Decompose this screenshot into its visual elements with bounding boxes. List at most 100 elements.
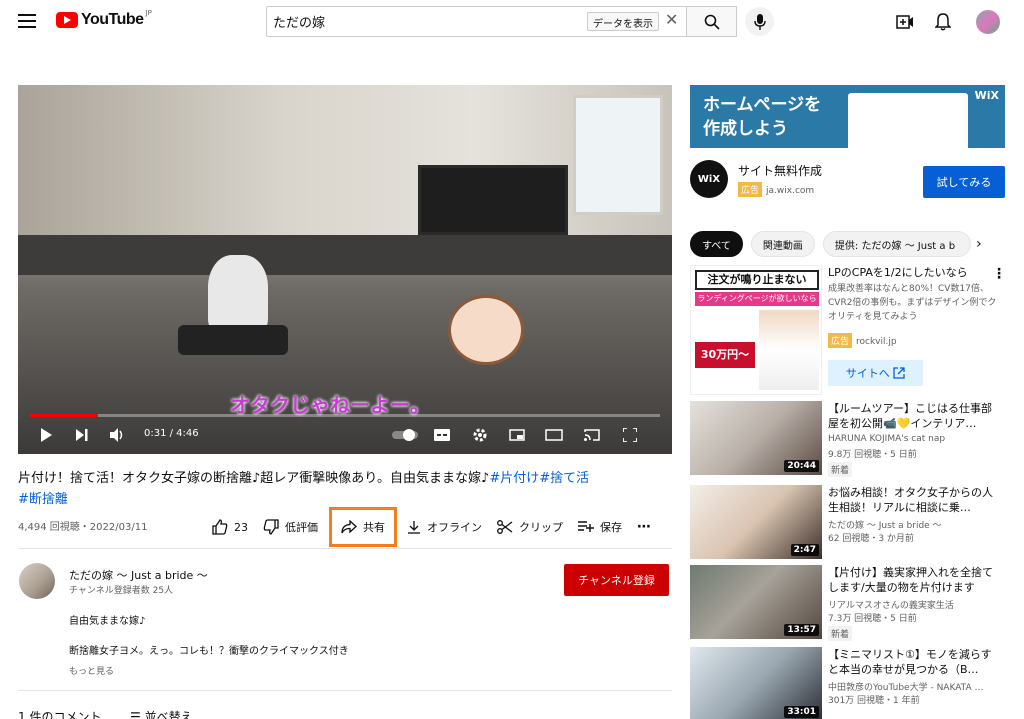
sort-label: 並べ替え xyxy=(144,710,193,719)
search-input[interactable] xyxy=(267,7,567,36)
subscribe-button[interactable]: チャンネル登録 xyxy=(564,564,669,596)
recommended-video[interactable]: 20:44 【ルームツアー】こじはる仕事部屋を初公開📹💛インテリア… HARUN… xyxy=(690,401,1010,481)
voice-search-button[interactable] xyxy=(745,7,774,36)
view-count-date: 4,494 回視聴・2022/03/11 xyxy=(18,522,148,533)
channel-name[interactable]: ただの嫁 〜 Just a bride 〜 xyxy=(69,567,208,583)
cast-icon[interactable] xyxy=(582,425,602,445)
clip-button[interactable]: クリップ xyxy=(497,512,563,542)
video-meta: 301万 回視聴・1 年前 xyxy=(828,696,920,706)
play-icon[interactable] xyxy=(36,425,56,445)
ad-banner-mockup-image xyxy=(848,93,968,148)
progress-fill xyxy=(30,414,99,417)
video-duration: 33:01 xyxy=(784,706,819,718)
channel-name[interactable]: 中田敦彦のYouTube大学 - NAKATA … xyxy=(828,680,998,693)
video-frame-window xyxy=(573,95,663,215)
video-duration: 20:44 xyxy=(784,460,819,472)
microphone-icon xyxy=(753,13,766,30)
search-button[interactable] xyxy=(687,6,737,37)
ad-badge: 広告 xyxy=(828,333,853,348)
video-title[interactable]: 【片付け】義実家押入れを全捨てします/大量の物を片付けます xyxy=(828,565,996,595)
ad-title[interactable]: サイト無料作成 xyxy=(738,162,822,179)
clip-label: クリップ xyxy=(519,521,563,534)
show-more-link[interactable]: もっと見る xyxy=(69,664,114,677)
masthead: YouTube JP データを表示 ✕ xyxy=(0,0,1024,44)
ad-banner-line: 作成しよう xyxy=(703,119,788,139)
chip-from-channel[interactable]: 提供: ただの嫁 〜 Just a b xyxy=(822,231,971,257)
external-link-icon xyxy=(893,367,905,379)
video-duration: 13:57 xyxy=(784,624,819,636)
progress-bar[interactable] xyxy=(30,414,660,417)
ad-banner[interactable]: ホームページを 作成しよう WiX xyxy=(690,85,1005,148)
video-thumbnail[interactable]: 20:44 xyxy=(690,401,822,475)
like-button[interactable]: 23 xyxy=(212,512,248,542)
video-thumbnail[interactable]: 2:47 xyxy=(690,485,822,559)
ad-badge: 広告 xyxy=(738,182,763,197)
ad-domain-text: ja.wix.com xyxy=(766,186,815,196)
more-actions-icon[interactable]: ⋯ xyxy=(637,512,651,542)
video-title[interactable]: 【ミニマリスト①】モノを減らすと本当の幸せが見つかる（B… xyxy=(828,647,996,677)
offline-label: オフライン xyxy=(427,521,482,534)
video-meta: 9.8万 回視聴・5 日前 xyxy=(828,450,917,460)
search-icon xyxy=(704,14,720,30)
chip-all[interactable]: すべて xyxy=(690,231,743,257)
video-title-text: 片付け！捨て活！オタク女子嫁の断捨離♪超レア衝撃映像あり。自由気ままな嫁♪ xyxy=(18,471,490,486)
video-frame-desk xyxy=(18,235,672,275)
ad-domain: 広告 ja.wix.com xyxy=(738,182,814,197)
dislike-button[interactable]: 低評価 xyxy=(263,512,318,542)
sort-icon: ☰ xyxy=(130,710,141,719)
channel-avatar[interactable] xyxy=(19,563,55,599)
video-title[interactable]: お悩み相談！オタク女子からの人生相談！リアルに相談に乗… xyxy=(828,485,996,515)
description-line: 断捨離女子ヨメ。えっ。コレも！？衝撃のクライマックス付き xyxy=(69,646,349,657)
hamburger-menu-icon[interactable] xyxy=(18,14,36,28)
clear-icon[interactable]: ✕ xyxy=(665,10,678,29)
chip-related[interactable]: 関連動画 xyxy=(750,231,815,257)
subtitles-icon[interactable] xyxy=(432,425,452,445)
autoplay-toggle[interactable] xyxy=(392,425,418,445)
theater-mode-icon[interactable] xyxy=(544,425,564,445)
create-video-icon[interactable] xyxy=(896,13,914,31)
ad-site-label: サイトへ xyxy=(845,367,890,380)
sort-button[interactable]: ☰ 並べ替え xyxy=(130,708,193,719)
hashtag-link[interactable]: #片付け xyxy=(489,471,539,486)
like-count: 23 xyxy=(234,520,248,534)
save-label: 保存 xyxy=(600,521,622,534)
scissors-icon xyxy=(497,520,513,534)
hashtag-link[interactable]: #断捨離 xyxy=(18,492,68,507)
new-badge: 新着 xyxy=(828,462,853,477)
settings-gear-icon[interactable] xyxy=(470,425,490,445)
next-icon[interactable] xyxy=(72,425,92,445)
video-thumbnail[interactable]: 33:01 xyxy=(690,647,822,719)
show-data-button[interactable]: データを表示 xyxy=(587,12,659,31)
miniplayer-icon[interactable] xyxy=(507,425,527,445)
advertiser-logo[interactable]: WiX xyxy=(690,160,728,198)
more-vert-icon[interactable]: ⋮ xyxy=(992,266,1006,282)
chevron-right-icon[interactable]: › xyxy=(976,236,982,252)
youtube-logo[interactable]: YouTube JP xyxy=(56,9,152,29)
video-player[interactable]: オタクじゃねーよー。 0:31 / 4:46 xyxy=(18,85,672,454)
fullscreen-icon[interactable] xyxy=(620,425,640,445)
save-button[interactable]: 保存 xyxy=(578,512,622,542)
recommended-video[interactable]: 2:47 お悩み相談！オタク女子からの人生相談！リアルに相談に乗… ただの嫁 〜… xyxy=(690,485,1010,565)
share-button[interactable]: 共有 xyxy=(329,507,397,547)
video-thumbnail[interactable]: 13:57 xyxy=(690,565,822,639)
account-avatar[interactable] xyxy=(976,10,1000,34)
video-title: 片付け！捨て活！オタク女子嫁の断捨離♪超レア衝撃映像あり。自由気ままな嫁♪#片付… xyxy=(18,468,668,510)
new-badge: 新着 xyxy=(828,626,853,641)
offline-button[interactable]: オフライン xyxy=(407,512,482,542)
notifications-bell-icon[interactable] xyxy=(934,13,952,31)
volume-icon[interactable] xyxy=(108,425,128,445)
player-controls: 0:31 / 4:46 xyxy=(18,421,672,449)
video-title[interactable]: 【ルームツアー】こじはる仕事部屋を初公開📹💛インテリア… xyxy=(828,401,996,431)
ad-site-button[interactable]: サイトへ xyxy=(828,360,923,386)
recommended-video[interactable]: 13:57 【片付け】義実家押入れを全捨てします/大量の物を片付けます リアルマ… xyxy=(690,565,1010,645)
ad-cta-button[interactable]: 試してみる xyxy=(923,166,1005,198)
channel-name[interactable]: リアルマスオさんの義実家生活 xyxy=(828,598,998,611)
youtube-play-icon xyxy=(56,12,78,28)
ad-item-title[interactable]: LPのCPAを1/2にしたいなら xyxy=(828,265,996,280)
recommended-video[interactable]: 33:01 【ミニマリスト①】モノを減らすと本当の幸せが見つかる（B… 中田敦彦… xyxy=(690,647,1010,719)
filter-chips: すべて 関連動画 提供: ただの嫁 〜 Just a b xyxy=(690,231,979,257)
channel-name[interactable]: HARUNA KOJIMA's cat nap xyxy=(828,434,998,444)
hashtag-link[interactable]: #捨て活 xyxy=(539,471,589,486)
dislike-label: 低評価 xyxy=(285,521,318,534)
channel-name[interactable]: ただの嫁 〜 Just a bride 〜 xyxy=(828,518,998,531)
